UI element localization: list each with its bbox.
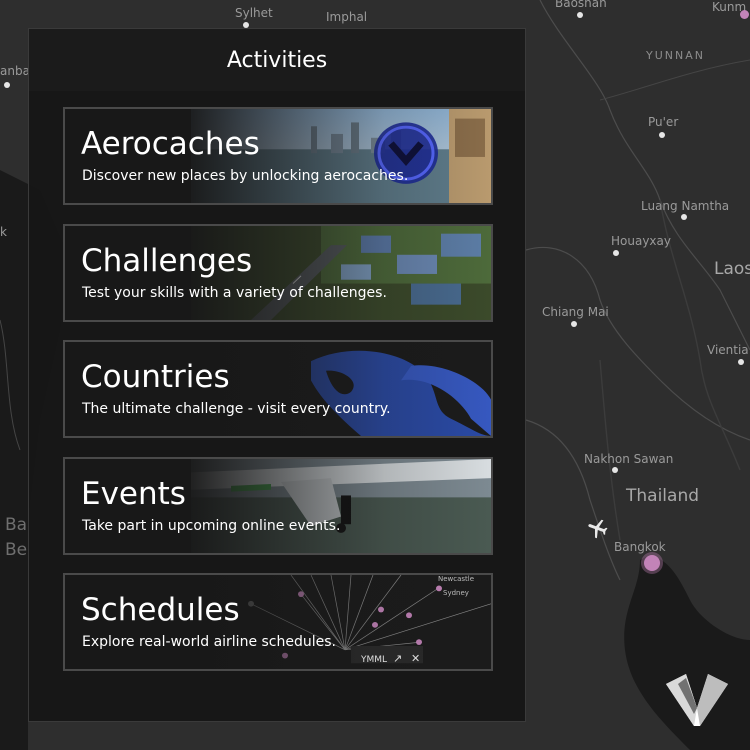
panel-header: Activities	[29, 29, 525, 91]
map-label-imphal: Imphal	[326, 10, 368, 24]
map-city-dot	[577, 12, 583, 18]
activity-card-aerocaches[interactable]: Aerocaches Discover new places by unlock…	[63, 107, 493, 205]
map-label-be: Be	[5, 540, 28, 560]
map-city-dot	[738, 359, 744, 365]
map-label-chiang-mai: Chiang Mai	[542, 305, 609, 319]
card-title: Events	[81, 476, 186, 512]
activity-card-events[interactable]: Events Take part in upcoming online even…	[63, 457, 493, 555]
map-label-nakhon-sawan: Nakhon Sawan	[584, 452, 674, 466]
card-description: Take part in upcoming online events.	[82, 518, 341, 534]
activity-card-challenges[interactable]: Challenges Test your skills with a varie…	[63, 224, 493, 322]
card-description: Test your skills with a variety of chall…	[82, 285, 387, 301]
map-city-dot	[571, 321, 577, 327]
card-description: Explore real-world airline schedules.	[82, 634, 336, 650]
map-label-baoshan: Baoshan	[555, 0, 607, 10]
map-label-vientiane: Vientia	[707, 343, 749, 357]
card-title: Countries	[81, 359, 230, 395]
map-label-sydney: Sydney	[443, 589, 469, 597]
map-city-dot	[4, 82, 10, 88]
map-city-dot	[613, 250, 619, 256]
activity-card-countries[interactable]: Countries The ultimate challenge - visit…	[63, 340, 493, 438]
airplane-icon[interactable]	[586, 516, 610, 540]
airport-code-badge: YMML	[361, 655, 388, 665]
map-label-luang-namtha: Luang Namtha	[641, 199, 730, 213]
activities-panel: Activities Aerocaches Discover new place	[28, 28, 526, 722]
external-link-icon[interactable]: ↗	[393, 652, 402, 665]
map-city-dot	[659, 132, 665, 138]
map-location-pin-icon[interactable]	[740, 10, 749, 19]
activity-card-schedules[interactable]: Newcastle Sydney YMML ↗ ✕ Schedules Expl…	[63, 573, 493, 671]
map-label-thailand: Thailand	[626, 486, 700, 506]
map-location-pin-icon[interactable]	[644, 555, 660, 571]
map-label-houayxay: Houayxay	[611, 234, 671, 248]
map-label-yunnan: YUNNAN	[646, 49, 705, 62]
map-label-ba: Ba	[5, 515, 28, 535]
close-icon[interactable]: ✕	[411, 652, 420, 665]
card-title: Challenges	[81, 243, 253, 279]
map-label-puer: Pu'er	[648, 115, 679, 129]
map-label-anba: anba	[0, 64, 30, 78]
map-label-sylhet: Sylhet	[235, 6, 273, 20]
card-description: The ultimate challenge - visit every cou…	[82, 401, 391, 417]
map-label-newcastle: Newcastle	[438, 575, 475, 583]
map-label-k: k	[0, 225, 7, 239]
panel-title: Activities	[226, 47, 328, 73]
map-city-dot	[681, 214, 687, 220]
card-title: Schedules	[81, 592, 240, 628]
card-description: Discover new places by unlocking aerocac…	[82, 168, 409, 184]
map-city-dot	[612, 467, 618, 473]
map-label-laos: Laos	[714, 259, 750, 279]
card-title: Aerocaches	[81, 126, 260, 162]
brand-logo-icon	[666, 674, 728, 726]
map-label-bangkok: Bangkok	[614, 540, 666, 554]
